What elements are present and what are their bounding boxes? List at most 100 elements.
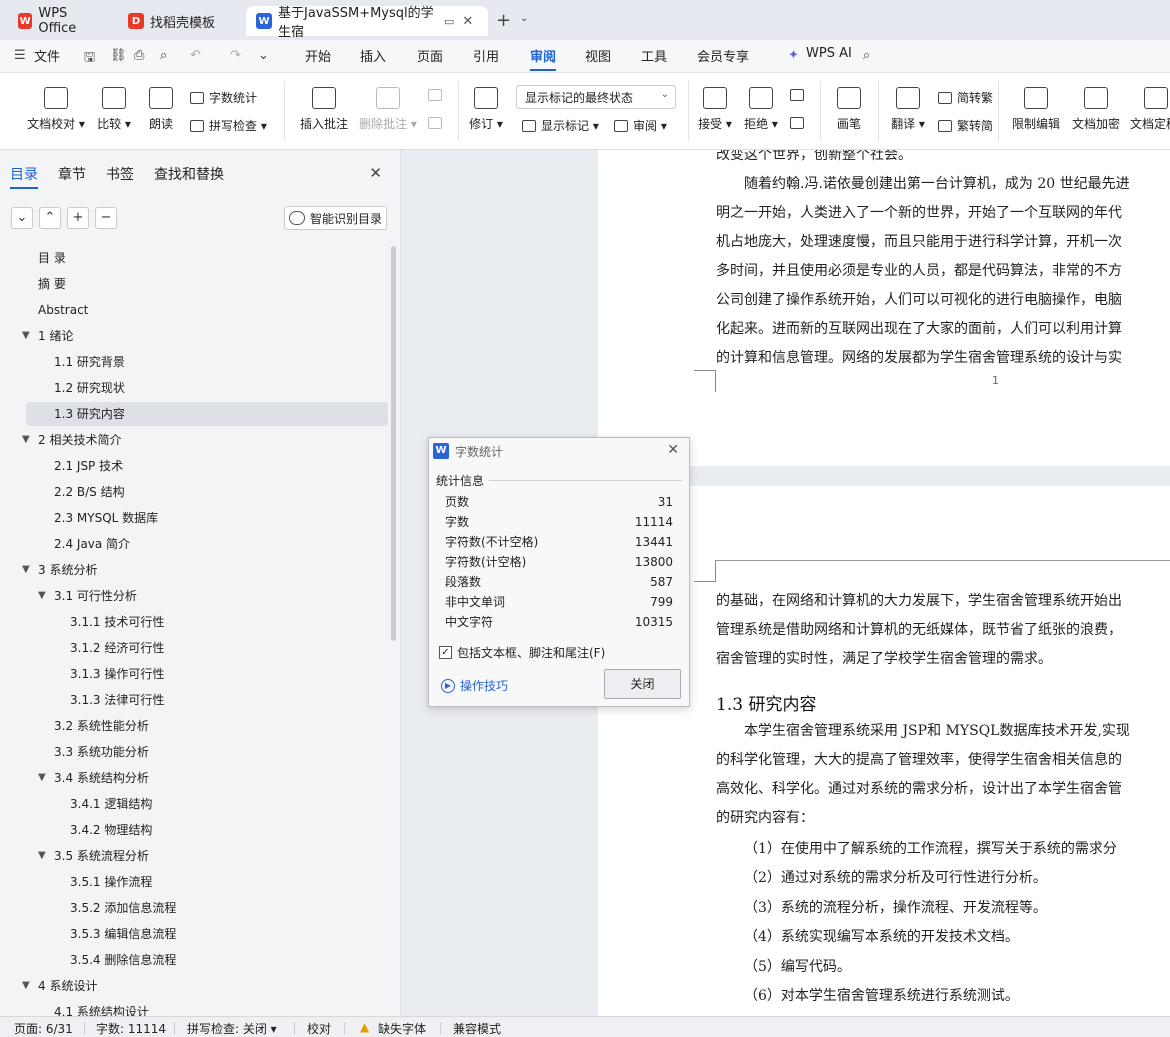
delete-comment-button[interactable]: 删除批注 ▾ bbox=[358, 87, 418, 132]
menu-tools[interactable]: 工具 bbox=[641, 46, 667, 65]
proof-indicator[interactable]: 校对 bbox=[307, 1020, 331, 1037]
next-revision-button[interactable] bbox=[790, 117, 809, 129]
menu-references[interactable]: 引用 bbox=[473, 46, 499, 65]
menu-insert[interactable]: 插入 bbox=[360, 46, 386, 65]
spell-check-button[interactable]: 拼写检查 ▾ bbox=[190, 117, 267, 134]
expand-all-button[interactable]: ⌃ bbox=[39, 207, 61, 229]
reject-button[interactable]: 拒绝 ▾ bbox=[744, 87, 778, 132]
word-count-button[interactable]: 字数统计 bbox=[190, 89, 257, 106]
new-tab-button[interactable]: + bbox=[496, 10, 511, 31]
doc-check-button[interactable]: 文档校对 ▾ bbox=[26, 87, 86, 132]
toc-item[interactable]: 2.4 Java 简介 bbox=[54, 532, 130, 556]
review-pane-button[interactable]: 审阅 ▾ bbox=[614, 117, 667, 134]
show-mode-select[interactable]: 显示标记的最终状态 ⌄ bbox=[516, 85, 676, 109]
dialog-title-bar[interactable]: W 字数统计 ✕ bbox=[429, 438, 689, 464]
page-indicator[interactable]: 页面: 6/31 bbox=[14, 1020, 73, 1037]
tab-chapters[interactable]: 章节 bbox=[58, 164, 86, 189]
close-button[interactable]: 关闭 bbox=[604, 669, 681, 699]
close-icon[interactable]: ✕ bbox=[667, 442, 679, 458]
toc-item[interactable]: 3.1.3 法律可行性 bbox=[70, 688, 164, 712]
toc-item[interactable]: Abstract bbox=[38, 298, 88, 322]
translate-button[interactable]: 翻译 ▾ bbox=[890, 87, 926, 132]
link-icon[interactable]: ⛓ bbox=[110, 48, 127, 63]
toc-item[interactable]: ▼ 3.4 系统结构分析 bbox=[38, 766, 149, 790]
toc-item[interactable]: 3.5.1 操作流程 bbox=[70, 870, 152, 894]
expand-toggle-icon[interactable]: ▼ bbox=[38, 766, 46, 790]
toc-item[interactable]: ▼ 4 系统设计 bbox=[22, 974, 97, 998]
menu-home[interactable]: 开始 bbox=[305, 46, 331, 65]
spell-check-indicator[interactable]: 拼写检查: 关闭 ▾ bbox=[187, 1020, 277, 1037]
include-textbox-checkbox[interactable]: ✓ 包括文本框、脚注和尾注(F) bbox=[439, 644, 605, 661]
toc-item[interactable]: ▼ 3 系统分析 bbox=[22, 558, 97, 582]
menu-review[interactable]: 审阅 bbox=[530, 46, 557, 71]
hamburger-icon[interactable]: ☰ bbox=[14, 48, 26, 63]
doc-encrypt-button[interactable]: 文档加密 bbox=[1070, 87, 1122, 132]
toc-item[interactable]: 3.3 系统功能分析 bbox=[54, 740, 149, 764]
undo-icon[interactable]: ↶ bbox=[190, 48, 201, 63]
tab-wps-office[interactable]: W WPS Office bbox=[8, 6, 112, 36]
toc-item[interactable]: 1.1 研究背景 bbox=[54, 350, 125, 374]
search-icon[interactable]: ⌕ bbox=[863, 48, 870, 63]
toc-item[interactable]: 3.4.1 逻辑结构 bbox=[70, 792, 152, 816]
menu-file[interactable]: 文件 bbox=[34, 46, 60, 65]
tab-docer-templates[interactable]: D 找稻壳模板 bbox=[118, 6, 242, 36]
tab-current-document[interactable]: W 基于JavaSSM+Mysql的学生宿 ▭ ✕ bbox=[246, 6, 488, 40]
monitor-icon[interactable]: ▭ bbox=[444, 15, 454, 28]
revise-button[interactable]: 修订 ▾ bbox=[468, 87, 504, 132]
toc-scrollbar[interactable] bbox=[391, 246, 396, 641]
toc-item[interactable]: 2.2 B/S 结构 bbox=[54, 480, 125, 504]
close-pane-icon[interactable]: ✕ bbox=[369, 164, 382, 182]
toc-item[interactable]: 4.1 系统结构设计 bbox=[54, 1000, 149, 1016]
prev-comment-button[interactable] bbox=[428, 89, 447, 101]
toc-item[interactable]: 3.1.3 操作可行性 bbox=[70, 662, 164, 686]
expand-toggle-icon[interactable]: ▼ bbox=[22, 558, 30, 582]
toc-item[interactable]: ▼ 2 相关技术简介 bbox=[22, 428, 121, 452]
menu-page[interactable]: 页面 bbox=[417, 46, 443, 65]
toc-item[interactable]: 目 录 bbox=[38, 246, 66, 270]
pen-button[interactable]: 画笔 bbox=[834, 87, 864, 132]
menu-view[interactable]: 视图 bbox=[585, 46, 611, 65]
save-icon[interactable]: 🖫 bbox=[84, 48, 95, 70]
toc-item[interactable]: 摘 要 bbox=[38, 272, 66, 296]
compare-button[interactable]: 比较 ▾ bbox=[96, 87, 132, 132]
document-page[interactable]: 改变这个世界，创新整个社会。 随着约翰.冯.诺依曼创建出第一台计算机，成为 20 … bbox=[598, 150, 1170, 466]
print-icon[interactable]: ⎙ bbox=[134, 48, 144, 63]
remove-heading-button[interactable]: − bbox=[95, 207, 117, 229]
read-aloud-button[interactable]: 朗读 bbox=[146, 87, 176, 132]
redo-icon[interactable]: ↷ bbox=[230, 48, 241, 63]
toc-item[interactable]: 3.5.4 删除信息流程 bbox=[70, 948, 176, 972]
toc-item[interactable]: 3.5.3 编辑信息流程 bbox=[70, 922, 176, 946]
missing-font-indicator[interactable]: 缺失字体 bbox=[378, 1020, 426, 1037]
menu-wps-ai[interactable]: WPS AI bbox=[806, 46, 852, 61]
tab-find-replace[interactable]: 查找和替换 bbox=[154, 164, 224, 189]
tips-link[interactable]: ▶ 操作技巧 bbox=[441, 677, 508, 694]
toc-item[interactable]: ▼ 3.5 系统流程分析 bbox=[38, 844, 149, 868]
to-traditional-button[interactable]: 简转繁 bbox=[938, 89, 993, 106]
next-comment-button[interactable] bbox=[428, 117, 447, 129]
toc-item[interactable]: 3.2 系统性能分析 bbox=[54, 714, 149, 738]
expand-toggle-icon[interactable]: ▼ bbox=[38, 584, 46, 608]
doc-finalize-button[interactable]: 文档定稿 bbox=[1130, 87, 1170, 132]
word-count-indicator[interactable]: 字数: 11114 bbox=[96, 1020, 166, 1037]
tab-toc[interactable]: 目录 bbox=[10, 164, 38, 189]
expand-toggle-icon[interactable]: ▼ bbox=[38, 844, 46, 868]
prev-revision-button[interactable] bbox=[790, 89, 809, 101]
toc-item[interactable]: 1.3 研究内容 bbox=[26, 402, 388, 426]
checkbox-icon[interactable]: ✓ bbox=[439, 646, 452, 659]
toc-item[interactable]: 2.1 JSP 技术 bbox=[54, 454, 123, 478]
toc-item[interactable]: 2.3 MYSQL 数据库 bbox=[54, 506, 158, 530]
expand-toggle-icon[interactable]: ▼ bbox=[22, 428, 30, 452]
print-preview-icon[interactable]: ⌕ bbox=[160, 48, 167, 63]
more-icon[interactable]: ⌄ bbox=[258, 48, 269, 63]
add-heading-button[interactable]: + bbox=[67, 207, 89, 229]
chevron-down-icon[interactable]: ⌄ bbox=[520, 13, 528, 24]
toc-item[interactable]: ▼ 1 绪论 bbox=[22, 324, 73, 348]
toc-item[interactable]: 3.1.2 经济可行性 bbox=[70, 636, 164, 660]
restrict-edit-button[interactable]: 限制编辑 bbox=[1010, 87, 1062, 132]
show-marks-button[interactable]: 显示标记 ▾ bbox=[522, 117, 599, 134]
collapse-all-button[interactable]: ⌄ bbox=[11, 207, 33, 229]
tab-bookmarks[interactable]: 书签 bbox=[106, 164, 134, 189]
expand-toggle-icon[interactable]: ▼ bbox=[22, 324, 30, 348]
toc-item[interactable]: 1.2 研究现状 bbox=[54, 376, 125, 400]
accept-button[interactable]: 接受 ▾ bbox=[698, 87, 732, 132]
